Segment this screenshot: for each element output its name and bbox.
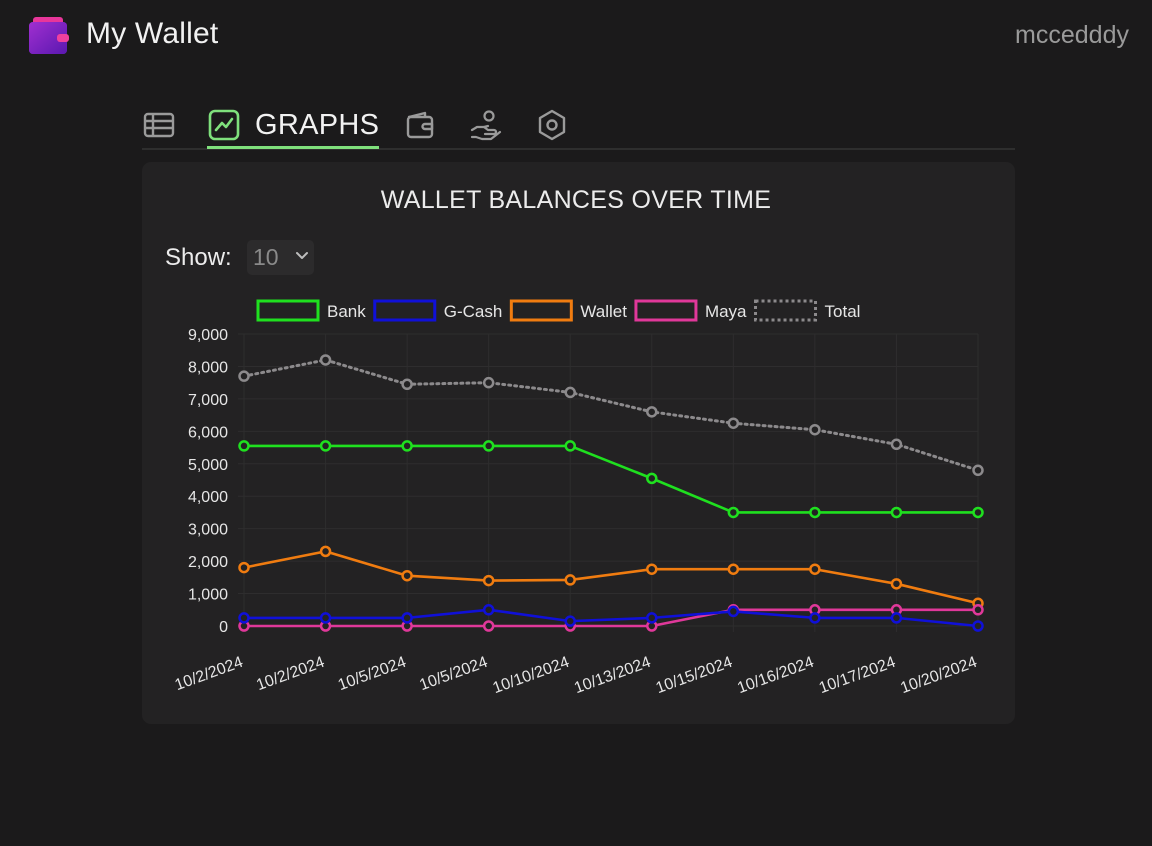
chart-title: WALLET BALANCES OVER TIME <box>380 186 772 214</box>
tab-graphs[interactable]: GRAPHS <box>207 104 380 149</box>
hand-coin-icon <box>470 110 502 141</box>
settings-hex-icon <box>538 109 566 141</box>
show-count-value: 10 <box>253 244 279 270</box>
chevron-down-icon <box>296 252 308 259</box>
tab-bar: GRAPHS <box>142 100 1015 150</box>
table-icon <box>143 112 175 138</box>
app-title: My Wallet <box>86 17 219 50</box>
show-count-select[interactable]: 10 <box>247 240 314 275</box>
show-label: Show: <box>165 244 232 271</box>
tab-settings[interactable] <box>535 104 569 146</box>
username-label[interactable]: mccedddy <box>1015 21 1129 50</box>
tab-debts[interactable] <box>469 104 503 146</box>
wallet-logo-icon <box>29 17 69 55</box>
tab-records[interactable] <box>142 104 176 146</box>
tab-graphs-label: GRAPHS <box>255 108 380 141</box>
top-bar: My Wallet mccedddy <box>0 0 1152 72</box>
wallet-icon <box>406 111 434 139</box>
tab-wallets[interactable] <box>403 104 437 146</box>
line-chart-icon <box>208 109 240 141</box>
